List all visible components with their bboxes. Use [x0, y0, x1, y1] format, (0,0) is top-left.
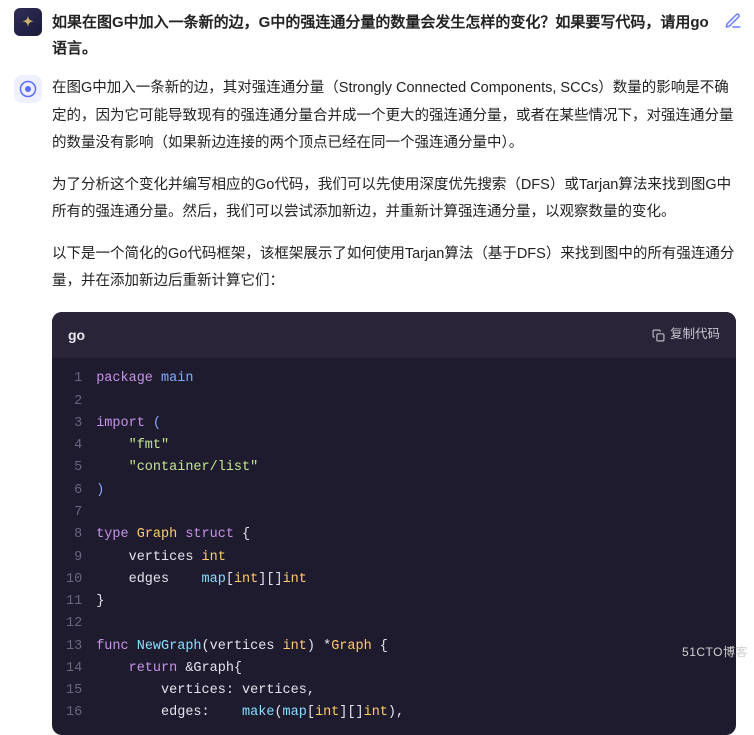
question-text: 如果在图G中加入一条新的边，G中的强连通分量的数量会发生怎样的变化？如果要写代码…: [52, 8, 714, 61]
user-avatar: ✦: [14, 8, 42, 36]
answer-paragraph: 以下是一个简化的Go代码框架，该框架展示了如何使用Tarjan算法（基于DFS）…: [52, 241, 736, 296]
code-language-label: go: [68, 322, 85, 349]
assistant-avatar: [14, 75, 42, 103]
code-header: go 复制代码: [52, 312, 736, 359]
watermark: 51CTO博客: [682, 643, 748, 660]
code-body: 1 2 3 4 5 6 7 8 9 10 11 12 13 14 15 16 p…: [52, 358, 736, 734]
answer-content: 在图G中加入一条新的边，其对强连通分量（Strongly Connected C…: [52, 75, 744, 735]
code-lines: package main import ( "fmt" "container/l…: [96, 368, 736, 724]
avatar-glyph: ✦: [23, 14, 34, 30]
copy-code-label: 复制代码: [670, 323, 720, 347]
edit-icon[interactable]: [724, 12, 742, 30]
copy-code-button[interactable]: 复制代码: [652, 323, 720, 347]
answer-paragraph: 为了分析这个变化并编写相应的Go代码，我们可以先使用深度优先搜索（DFS）或Ta…: [52, 172, 736, 227]
code-block: go 复制代码 1 2 3 4 5 6 7 8 9 10 11 12 13 14…: [52, 312, 736, 735]
answer-paragraph: 在图G中加入一条新的边，其对强连通分量（Strongly Connected C…: [52, 75, 736, 158]
code-gutter: 1 2 3 4 5 6 7 8 9 10 11 12 13 14 15 16: [52, 368, 96, 724]
